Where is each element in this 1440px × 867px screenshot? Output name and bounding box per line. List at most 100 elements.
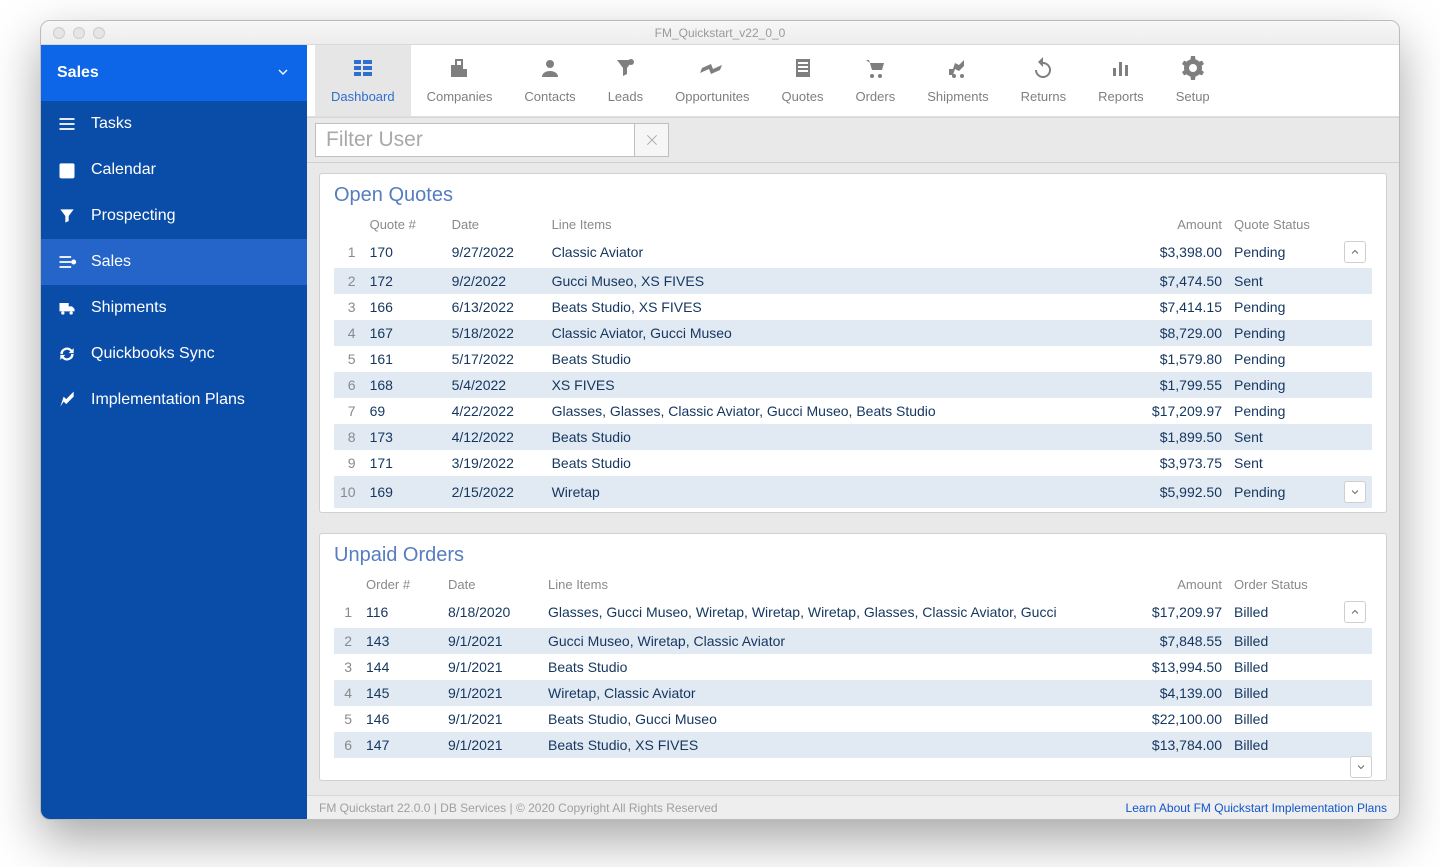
row-amount: $1,799.55 <box>1128 372 1228 398</box>
reports-icon <box>1109 56 1133 85</box>
row-date: 9/1/2021 <box>442 654 542 680</box>
row-amount: $1,579.80 <box>1128 346 1228 372</box>
row-date: 6/13/2022 <box>446 294 546 320</box>
row-id: 69 <box>364 398 446 424</box>
row-date: 9/1/2021 <box>442 706 542 732</box>
row-date: 9/2/2022 <box>446 268 546 294</box>
table-row[interactable]: 51615/17/2022Beats Studio$1,579.80Pendin… <box>334 346 1372 372</box>
row-items: Beats Studio <box>546 346 1128 372</box>
row-date: 4/12/2022 <box>446 424 546 450</box>
table-row[interactable]: 21439/1/2021Gucci Museo, Wiretap, Classi… <box>334 628 1372 654</box>
toolbar-orders[interactable]: Orders <box>839 45 911 116</box>
column-header: Date <box>446 213 546 236</box>
sidebar-item-label: Implementation Plans <box>91 391 245 409</box>
sidebar-item-label: Calendar <box>91 161 156 179</box>
sidebar-item-label: Tasks <box>91 115 132 133</box>
app-window: FM_Quickstart_v22_0_0 Sales TasksCalenda… <box>40 20 1400 820</box>
row-date: 2/15/2022 <box>446 476 546 508</box>
row-status: Pending <box>1228 294 1338 320</box>
table-row[interactable]: 51469/1/2021Beats Studio, Gucci Museo$22… <box>334 706 1372 732</box>
row-id: 145 <box>360 680 442 706</box>
row-date: 8/18/2020 <box>442 596 542 628</box>
row-index: 8 <box>334 424 364 450</box>
table-row[interactable]: 91713/19/2022Beats Studio$3,973.75Sent <box>334 450 1372 476</box>
row-id: 168 <box>364 372 446 398</box>
scroll-down-button[interactable] <box>1350 756 1372 778</box>
sidebar-item-label: Sales <box>91 253 131 271</box>
row-id: 169 <box>364 476 446 508</box>
sidebar-module-selector[interactable]: Sales <box>41 45 307 101</box>
toolbar-label: Orders <box>855 89 895 104</box>
row-status: Sent <box>1228 424 1338 450</box>
row-index: 3 <box>334 654 360 680</box>
row-status: Billed <box>1228 680 1338 706</box>
table-row[interactable]: 61685/4/2022XS FIVES$1,799.55Pending <box>334 372 1372 398</box>
row-date: 4/22/2022 <box>446 398 546 424</box>
unpaid-orders-table: Order #DateLine ItemsAmountOrder Status … <box>334 573 1372 758</box>
table-row[interactable]: 21729/2/2022Gucci Museo, XS FIVES$7,474.… <box>334 268 1372 294</box>
row-index: 5 <box>334 346 364 372</box>
table-row[interactable]: 41675/18/2022Classic Aviator, Gucci Muse… <box>334 320 1372 346</box>
table-row[interactable]: 7694/22/2022Glasses, Glasses, Classic Av… <box>334 398 1372 424</box>
row-status: Pending <box>1228 346 1338 372</box>
toolbar-leads[interactable]: Leads <box>592 45 659 116</box>
row-index: 2 <box>334 268 364 294</box>
table-row[interactable]: 41459/1/2021Wiretap, Classic Aviator$4,1… <box>334 680 1372 706</box>
toolbar-quotes[interactable]: Quotes <box>766 45 840 116</box>
filter-user-input[interactable]: Filter User <box>315 123 635 157</box>
row-index: 1 <box>334 236 364 268</box>
row-items: Gucci Museo, XS FIVES <box>546 268 1128 294</box>
row-status: Pending <box>1228 236 1338 268</box>
row-date: 5/18/2022 <box>446 320 546 346</box>
sidebar-item-calendar[interactable]: Calendar <box>41 147 307 193</box>
footer: FM Quickstart 22.0.0 | DB Services | © 2… <box>307 795 1399 819</box>
shipments-icon <box>946 56 970 85</box>
scroll-up-button[interactable] <box>1344 241 1366 263</box>
table-row[interactable]: 11168/18/2020Glasses, Gucci Museo, Wiret… <box>334 596 1372 628</box>
toolbar-label: Returns <box>1021 89 1067 104</box>
toolbar-companies[interactable]: Companies <box>411 45 509 116</box>
footer-learn-link[interactable]: Learn About FM Quickstart Implementation… <box>1126 801 1387 815</box>
scroll-down-button[interactable] <box>1344 481 1366 503</box>
toolbar-setup[interactable]: Setup <box>1160 45 1226 116</box>
row-amount: $7,414.15 <box>1128 294 1228 320</box>
toolbar-contacts[interactable]: Contacts <box>508 45 591 116</box>
sidebar-module-label: Sales <box>57 64 99 82</box>
toolbar-dashboard[interactable]: Dashboard <box>315 45 411 116</box>
sidebar-item-sales[interactable]: Sales <box>41 239 307 285</box>
table-row[interactable]: 11709/27/2022Classic Aviator$3,398.00Pen… <box>334 236 1372 268</box>
filter-placeholder: Filter User <box>326 128 423 152</box>
toolbar-opportunites[interactable]: Opportunites <box>659 45 765 116</box>
sidebar-item-tasks[interactable]: Tasks <box>41 101 307 147</box>
row-amount: $3,398.00 <box>1128 236 1228 268</box>
column-header: Quote Status <box>1228 213 1338 236</box>
scroll-up-button[interactable] <box>1344 601 1366 623</box>
row-items: Classic Aviator, Gucci Museo <box>546 320 1128 346</box>
row-amount: $17,209.97 <box>1128 596 1228 628</box>
row-items: Beats Studio, Gucci Museo <box>542 706 1128 732</box>
table-row[interactable]: 81734/12/2022Beats Studio$1,899.50Sent <box>334 424 1372 450</box>
row-index: 6 <box>334 732 360 758</box>
table-row[interactable]: 101692/15/2022Wiretap$5,992.50Pending <box>334 476 1372 508</box>
sidebar-item-implementation-plans[interactable]: Implementation Plans <box>41 377 307 423</box>
sidebar-item-quickbooks-sync[interactable]: Quickbooks Sync <box>41 331 307 377</box>
row-id: 146 <box>360 706 442 732</box>
row-amount: $3,973.75 <box>1128 450 1228 476</box>
table-row[interactable]: 31666/13/2022Beats Studio, XS FIVES$7,41… <box>334 294 1372 320</box>
sidebar-item-prospecting[interactable]: Prospecting <box>41 193 307 239</box>
clear-filter-button[interactable] <box>635 123 669 157</box>
table-row[interactable]: 31449/1/2021Beats Studio$13,994.50Billed <box>334 654 1372 680</box>
toolbar-label: Companies <box>427 89 493 104</box>
row-index: 4 <box>334 320 364 346</box>
table-row[interactable]: 61479/1/2021Beats Studio, XS FIVES$13,78… <box>334 732 1372 758</box>
toolbar-shipments[interactable]: Shipments <box>911 45 1004 116</box>
toolbar-reports[interactable]: Reports <box>1082 45 1160 116</box>
sales-icon <box>57 252 77 272</box>
row-items: Classic Aviator <box>546 236 1128 268</box>
row-id: 116 <box>360 596 442 628</box>
row-index: 7 <box>334 398 364 424</box>
sidebar-item-shipments[interactable]: Shipments <box>41 285 307 331</box>
open-quotes-table: Quote #DateLine ItemsAmountQuote Status … <box>334 213 1372 508</box>
toolbar-returns[interactable]: Returns <box>1005 45 1083 116</box>
row-amount: $13,994.50 <box>1128 654 1228 680</box>
